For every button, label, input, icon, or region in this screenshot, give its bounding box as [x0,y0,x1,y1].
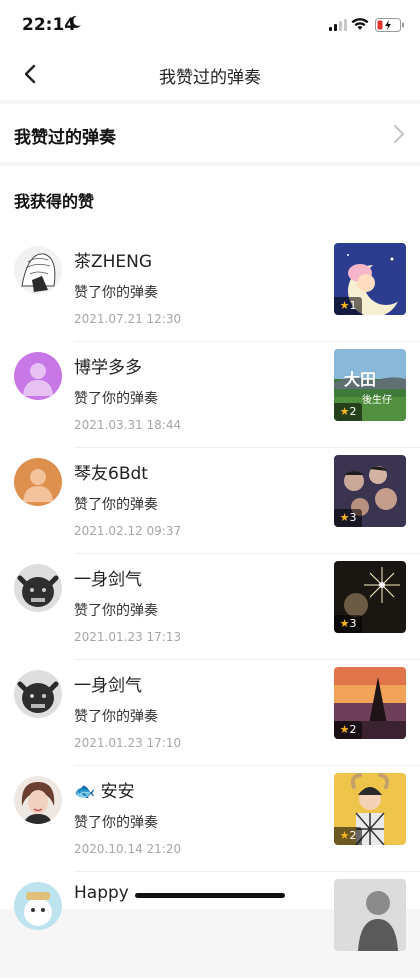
likes-list: 茶ZHENG 赞了你的弹奏 2021.07.21 12:30 ★1 博学多多 赞… [0,236,420,978]
star-count-badge: ★2 [334,403,362,421]
like-date: 2021.07.21 12:30 [74,312,182,326]
like-action: 赞了你的弹奏 [74,603,158,619]
like-date: 2021.01.23 17:10 [74,736,182,750]
list-item[interactable]: 一身剑气 赞了你的弹奏 2021.01.23 17:10 ★2 [0,660,420,766]
avatar[interactable] [14,776,62,824]
list-item[interactable]: 茶ZHENG 赞了你的弹奏 2021.07.21 12:30 ★1 [0,236,420,342]
like-action: 赞了你的弹奏 [74,285,158,301]
avatar[interactable] [14,352,62,400]
avatar[interactable] [14,882,62,930]
liked-performances-row[interactable]: 我赞过的弹奏 [0,104,420,162]
like-date: 2021.02.12 09:37 [74,524,182,538]
star-count-badge: ★2 [334,721,362,739]
home-indicator[interactable] [135,893,285,898]
like-action: 赞了你的弹奏 [74,815,158,831]
performance-thumbnail[interactable]: 大田 後生仔 ★2 [334,349,406,421]
like-date: 2021.03.31 18:44 [74,418,182,432]
svg-text:後生仔: 後生仔 [362,393,392,406]
star-count-badge: ★3 [334,509,362,527]
liked-performances-label: 我赞过的弹奏 [14,128,116,148]
list-item[interactable]: 🐟 安安 赞了你的弹奏 2020.10.14 21:20 ★2 [0,766,420,872]
nav-bar: 我赞过的弹奏 [0,50,420,100]
list-item[interactable]: 琴友6Bdt 赞了你的弹奏 2021.02.12 09:37 ★3 [0,448,420,554]
svg-text:大田: 大田 [344,370,376,389]
avatar[interactable] [14,458,62,506]
moon-icon [69,15,81,28]
performance-thumbnail[interactable]: ★3 [334,561,406,633]
performance-thumbnail[interactable]: ★1 [334,243,406,315]
status-bar: 22:14 [0,0,420,50]
performance-thumbnail[interactable]: ★2 [334,773,406,845]
user-name: 琴友6Bdt [74,464,148,484]
user-name: 茶ZHENG [74,252,153,272]
user-name: 一身剑气 [74,676,142,696]
avatar[interactable] [14,564,62,612]
page-title: 我赞过的弹奏 [159,68,261,88]
wifi-icon [351,18,369,30]
user-name: 🐟 安安 [74,782,135,802]
like-date: 2020.10.14 21:20 [74,842,182,856]
star-count-badge: ★1 [334,297,362,315]
performance-thumbnail[interactable] [334,879,406,951]
user-name: Happy [74,883,129,903]
avatar[interactable] [14,670,62,718]
list-item[interactable]: Happy [0,872,420,978]
like-action: 赞了你的弹奏 [74,709,158,725]
section-title: 我获得的赞 [14,192,95,211]
star-count-badge: ★2 [334,827,362,845]
signal-icon [329,19,347,31]
list-item[interactable]: 博学多多 赞了你的弹奏 2021.03.31 18:44 大田 後生仔 ★2 [0,342,420,448]
avatar[interactable] [14,246,62,294]
received-likes-section: 我获得的赞 茶ZHENG 赞了你的弹奏 2021.07.21 12:30 ★1 … [0,166,420,951]
performance-thumbnail[interactable]: ★2 [334,667,406,739]
performance-thumbnail[interactable]: ★3 [334,455,406,527]
user-name: 一身剑气 [74,570,142,590]
chevron-right-icon [394,125,404,143]
star-count-badge: ★3 [334,615,362,633]
list-item[interactable]: 一身剑气 赞了你的弹奏 2021.01.23 17:13 ★3 [0,554,420,660]
like-action: 赞了你的弹奏 [74,391,158,407]
like-action: 赞了你的弹奏 [74,497,158,513]
like-date: 2021.01.23 17:13 [74,630,182,644]
battery-icon [375,18,404,32]
user-name: 博学多多 [74,358,142,378]
